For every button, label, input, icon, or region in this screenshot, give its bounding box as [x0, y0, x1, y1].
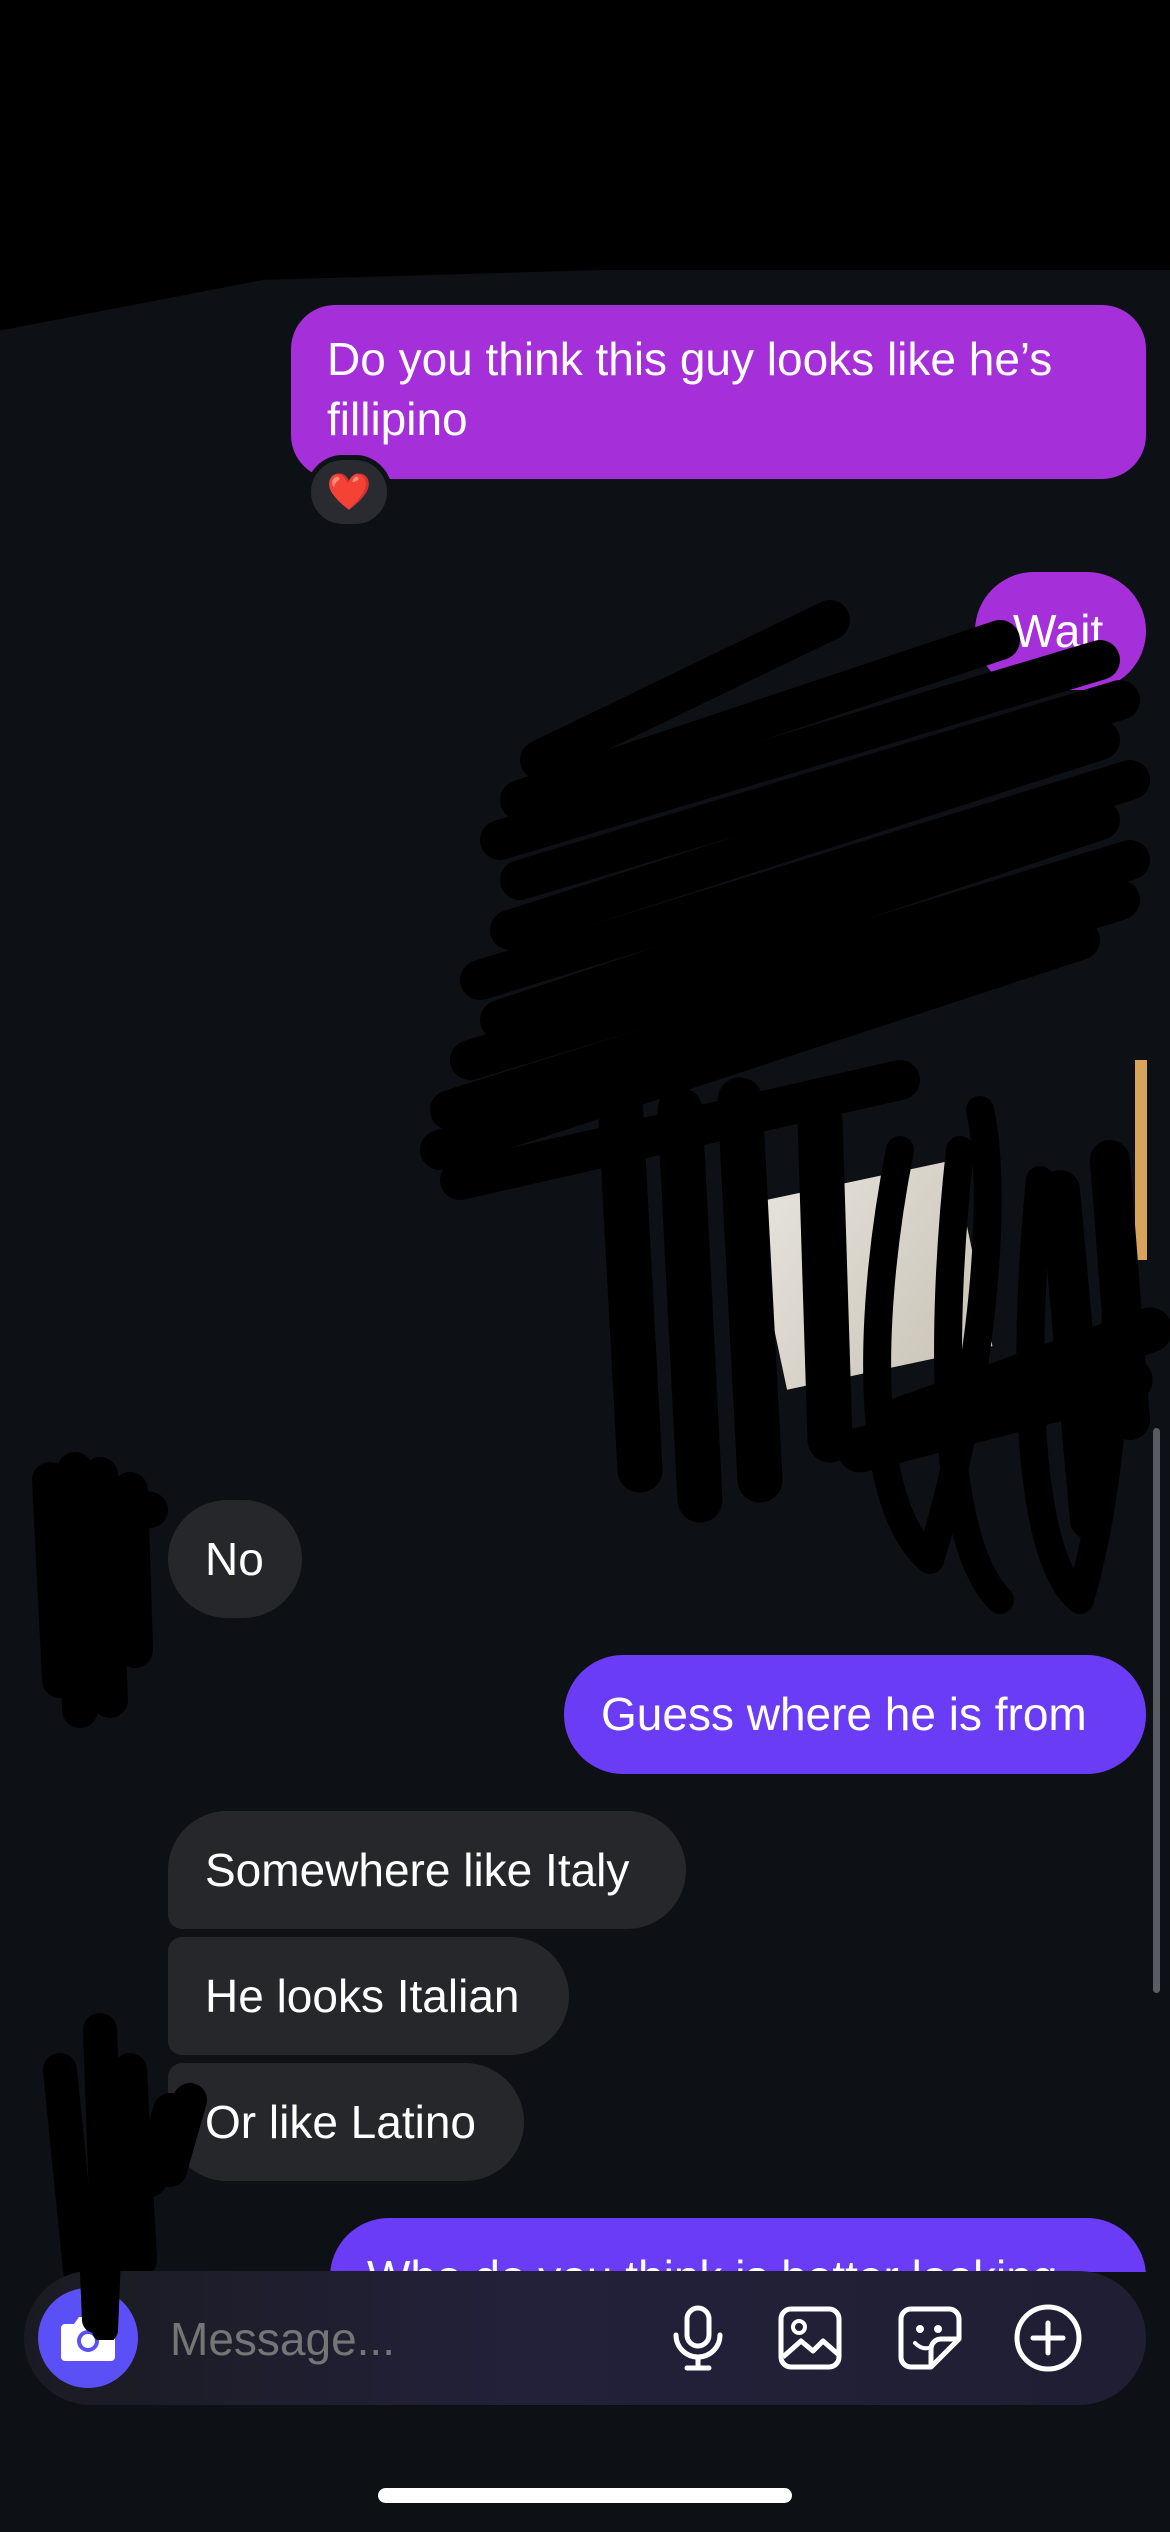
message-text: He looks Italian	[205, 1970, 520, 2022]
redaction-scribble	[420, 600, 1170, 1614]
message-text: Guess where he is from	[601, 1688, 1087, 1740]
gallery-button[interactable]	[770, 2298, 850, 2378]
scrollbar[interactable]	[1153, 1428, 1160, 1993]
message-text: Who do you think is better looking	[367, 2251, 1057, 2272]
gallery-icon	[778, 2306, 842, 2370]
microphone-button[interactable]	[658, 2298, 738, 2378]
outgoing-message-clip: Who do you think is better looking	[330, 2218, 1146, 2272]
incoming-message-bubble[interactable]: No	[168, 1500, 302, 1618]
microphone-icon	[673, 2305, 723, 2371]
message-text: Or like Latino	[205, 2096, 477, 2148]
message-text: Somewhere like Italy	[205, 1844, 630, 1896]
sticker-icon	[898, 2306, 962, 2370]
message-text: No	[205, 1533, 264, 1585]
outgoing-message-bubble[interactable]: Guess where he is from	[564, 1655, 1146, 1774]
redaction-scribble	[77, 2190, 123, 2340]
sticker-button[interactable]	[890, 2298, 970, 2378]
message-input[interactable]	[168, 2301, 662, 2377]
message-composer	[24, 2271, 1146, 2405]
outgoing-message-bubble[interactable]: Who do you think is better looking	[330, 2218, 1146, 2272]
redacted-avatar	[32, 1452, 168, 1728]
incoming-message-bubble[interactable]: Somewhere like Italy	[168, 1811, 686, 1929]
incoming-message-bubble[interactable]: Or like Latino	[168, 2063, 524, 2181]
incoming-message-bubble[interactable]: He looks Italian	[168, 1937, 569, 2055]
home-indicator[interactable]	[378, 2488, 792, 2503]
more-button[interactable]	[1008, 2298, 1088, 2378]
plus-icon	[1014, 2304, 1082, 2372]
